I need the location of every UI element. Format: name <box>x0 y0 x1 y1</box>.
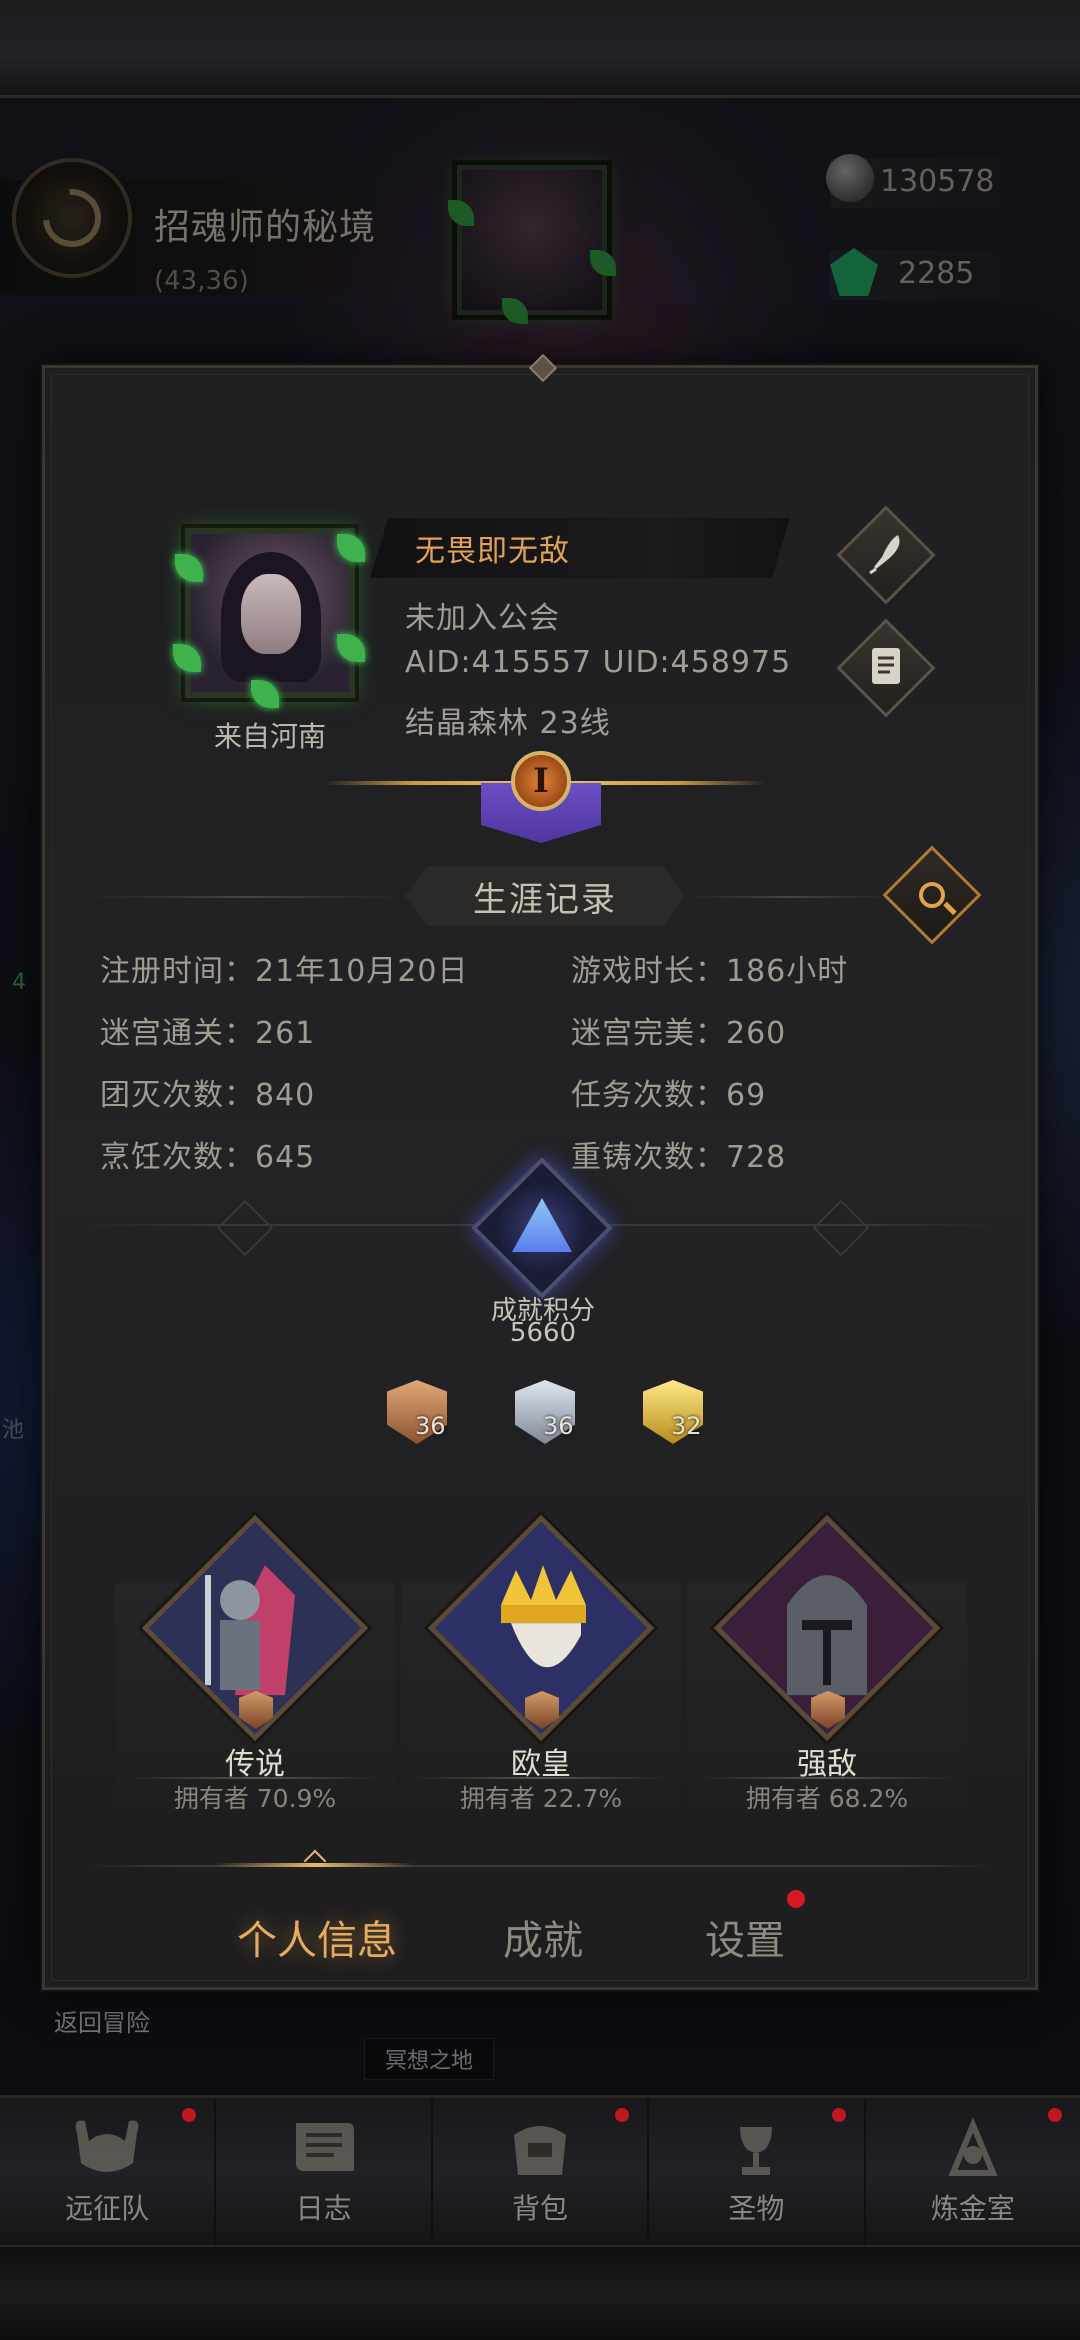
rank-badge[interactable]: I <box>511 751 571 811</box>
title-card-strong-enemy[interactable]: 强敌 拥有者 68.2% <box>687 1513 967 1823</box>
nav-journal[interactable]: 日志 <box>216 2098 433 2245</box>
stat-maze-perfect: 迷宫完美：260 <box>571 1016 787 1051</box>
scroll-icon <box>295 2123 354 2171</box>
bronze-medal-count: 36 <box>415 1412 446 1440</box>
notification-dot <box>615 2108 630 2122</box>
title-owner-rate: 拥有者 68.2% <box>745 1784 909 1813</box>
alchemy-icon <box>948 2117 998 2176</box>
tab-personal-info[interactable]: 个人信息 <box>237 1908 397 1966</box>
nav-label: 炼金室 <box>930 2192 1015 2225</box>
top-bar <box>0 0 1080 98</box>
quill-icon <box>864 531 908 579</box>
section-divider <box>685 896 895 898</box>
notification-dot <box>182 2108 197 2122</box>
search-icon <box>919 882 945 908</box>
footer-decoration <box>0 2245 1080 2340</box>
silver-medal-count: 36 <box>543 1412 574 1440</box>
section-divider <box>85 896 405 898</box>
title-card-lucky-emperor[interactable]: 欧皇 拥有者 22.7% <box>401 1513 681 1823</box>
player-ids: AID:415557 UID:458975 <box>405 645 792 680</box>
nav-relics[interactable]: 圣物 <box>649 2098 866 2245</box>
achievement-score-value: 5660 <box>509 1318 577 1348</box>
nav-expedition[interactable]: 远征队 <box>0 2098 217 2245</box>
nav-backpack[interactable]: 背包 <box>433 2098 650 2245</box>
server-line: 结晶森林 23线 <box>405 706 611 741</box>
search-button[interactable] <box>882 845 982 945</box>
player-origin: 来自河南 <box>213 720 326 753</box>
tab-achievements[interactable]: 成就 <box>503 1908 583 1966</box>
stat-register-time: 注册时间：21年10月20日 <box>100 954 469 989</box>
stat-maze-cleared: 迷宫通关：261 <box>100 1016 316 1051</box>
bottom-navigation: 远征队 日志 背包 圣物 炼金室 <box>0 2095 1080 2245</box>
stat-team-wipes: 团灭次数：840 <box>100 1078 316 1113</box>
scroll-icon <box>866 644 906 692</box>
settings-notification-dot <box>787 1890 805 1908</box>
stat-cooking: 烹饪次数：645 <box>100 1140 316 1175</box>
title-card-legend[interactable]: 传说 拥有者 70.9% <box>115 1513 395 1823</box>
helmet-icon <box>75 2120 139 2172</box>
records-button[interactable] <box>836 618 936 718</box>
tab-settings[interactable]: 设置 <box>705 1908 785 1966</box>
player-name-plate: 无畏即无敌 <box>370 518 790 578</box>
player-profile-modal: 来自河南 无畏即无敌 未加入公会 AID:415557 UID:458975 结… <box>42 353 1038 1990</box>
ornament-gem <box>812 1199 870 1257</box>
nav-label: 圣物 <box>728 2192 785 2225</box>
ornament-gem <box>216 1199 274 1257</box>
stat-quests: 任务次数：69 <box>571 1078 767 1113</box>
nav-alchemy-room[interactable]: 炼金室 <box>866 2098 1080 2245</box>
nav-label: 远征队 <box>65 2192 150 2225</box>
nav-label: 背包 <box>512 2192 569 2225</box>
stat-play-time: 游戏时长：186小时 <box>571 954 849 989</box>
gold-medal-count: 32 <box>671 1412 702 1440</box>
title-owner-rate: 拥有者 22.7% <box>459 1784 623 1813</box>
bag-icon <box>514 2126 567 2175</box>
chalice-icon <box>740 2127 773 2175</box>
nav-label: 日志 <box>295 2192 352 2225</box>
stat-reforge: 重铸次数：728 <box>571 1140 787 1175</box>
career-record-title: 生涯记录 <box>405 866 685 926</box>
guild-status: 未加入公会 <box>405 601 560 636</box>
player-name: 无畏即无敌 <box>415 534 570 569</box>
active-tab-caret <box>303 1849 327 1873</box>
notification-dot <box>831 2108 846 2122</box>
edit-name-button[interactable] <box>836 505 936 605</box>
title-owner-rate: 拥有者 70.9% <box>173 1784 337 1813</box>
notification-dot <box>1048 2108 1063 2122</box>
player-avatar[interactable] <box>173 528 365 708</box>
